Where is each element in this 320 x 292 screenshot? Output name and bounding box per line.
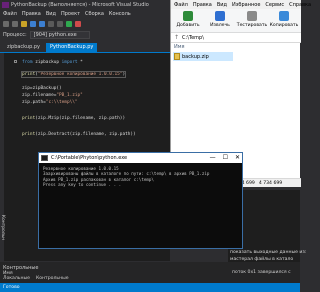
copy-button[interactable]: Копировать xyxy=(269,9,299,31)
redo-icon[interactable] xyxy=(57,20,63,27)
editor-tabs: zipbackup.py PythonBackup.py xyxy=(0,43,170,52)
minimize-icon[interactable]: — xyxy=(210,154,216,161)
undo-icon[interactable] xyxy=(48,20,54,27)
back-icon[interactable] xyxy=(3,20,9,27)
add-icon xyxy=(183,11,193,21)
vs-menu-console[interactable]: Консоль xyxy=(109,11,131,17)
extract-label: Извлечь xyxy=(210,23,230,28)
process-dropdown[interactable]: [904] python.exe xyxy=(29,31,90,39)
window-controls: — ☐ ✕ xyxy=(210,154,240,161)
left-strip-label[interactable]: Контрольн xyxy=(0,215,5,240)
vs-menu-view[interactable]: Вид xyxy=(46,11,56,17)
code-line-1: from zipbackup import * xyxy=(22,60,83,65)
vs-menu-file[interactable]: Файл xyxy=(3,11,17,17)
address-path[interactable]: C:\Temp\ xyxy=(182,35,204,41)
vs-menu-bar: Файл Правка Вид Проект Сборка Консоль xyxy=(0,9,170,18)
process-selector: Процесс: [904] python.exe xyxy=(0,30,170,40)
file-list-header: Имя xyxy=(171,43,301,51)
process-label: Процесс: xyxy=(3,32,27,38)
visual-studio-logo-icon xyxy=(2,1,9,8)
code-line-6: print(zip.Mzip(zip.filename, zip.path)) xyxy=(22,116,126,121)
code-line-3: zip=zipBackup() xyxy=(22,86,62,91)
column-name[interactable]: Имя xyxy=(174,44,185,50)
code-line-5: zip.path="c:\\temp\\" xyxy=(22,100,78,105)
vs-menu-edit[interactable]: Правка xyxy=(22,11,41,17)
folder-up-icon[interactable]: ↑ xyxy=(174,34,179,41)
forward-icon[interactable] xyxy=(12,20,18,27)
file-name: backup.zip xyxy=(182,53,209,60)
ex-menu-favorites[interactable]: Избранное xyxy=(232,2,260,8)
save-all-icon[interactable] xyxy=(39,20,45,27)
zip-file-icon xyxy=(174,53,180,60)
console-line: Press any key to continue . . . xyxy=(43,182,122,188)
vs-toolbar xyxy=(0,18,170,29)
save-icon[interactable] xyxy=(30,20,36,27)
ex-menu-view[interactable]: Вид xyxy=(217,2,227,8)
total-size: 4 734 699 xyxy=(258,180,283,186)
vs-window-title: PythonBackup (Выполняется) - Microsoft V… xyxy=(11,1,149,8)
ex-menu-edit[interactable]: Правка xyxy=(193,2,212,8)
stop-icon[interactable] xyxy=(75,20,81,27)
ex-menu-tools[interactable]: Сервис xyxy=(265,2,284,8)
fold-marker-icon[interactable] xyxy=(14,60,17,63)
console-title: C:\Portable\Phyton\python.exe xyxy=(51,155,128,161)
open-folder-icon[interactable] xyxy=(21,20,27,27)
maximize-icon[interactable]: ☐ xyxy=(223,154,228,161)
add-label: Добавить xyxy=(176,23,200,28)
tab-zipbackup[interactable]: zipbackup.py xyxy=(3,43,44,52)
test-icon xyxy=(247,11,257,21)
file-list-item[interactable]: backup.zip xyxy=(173,52,233,61)
tab-locals[interactable]: Локальные xyxy=(3,276,30,281)
explorer-toolbar: Добавить Извлечь Тестировать Копировать xyxy=(171,9,301,33)
output-line-3: поток 0x1 завершился с xyxy=(232,270,291,275)
bottom-tabs: Локальные Контрольные xyxy=(0,274,170,283)
status-text: Готово xyxy=(3,285,20,290)
copy-icon xyxy=(279,11,289,21)
output-header: показать выходные данные из: xyxy=(230,250,307,255)
continue-icon[interactable] xyxy=(66,20,72,27)
code-line-4: zip.filename="PB_1.zip" xyxy=(22,93,83,98)
ex-menu-file[interactable]: Файл xyxy=(174,2,188,8)
console-title-bar: C:\Portable\Phyton\python.exe — ☐ ✕ xyxy=(39,153,242,163)
editor-gutter xyxy=(4,53,18,261)
address-bar: ↑ C:\Temp\ xyxy=(171,33,301,43)
explorer-menu-bar: Файл Правка Вид Избранное Сервис Справка xyxy=(171,0,311,9)
code-line-2: print("Резервное копирование 1.0.0.15") xyxy=(20,71,127,78)
python-console-window: C:\Portable\Phyton\python.exe — ☐ ✕ Резе… xyxy=(38,152,243,249)
code-line-7: print(zip.Dextract(zip.filename, zip.pat… xyxy=(22,132,136,137)
console-output[interactable]: Резервное копирование 1.0.0.15 Заархивир… xyxy=(43,166,238,188)
copy-label: Копировать xyxy=(269,23,299,28)
console-icon xyxy=(41,155,48,161)
test-label: Тестировать xyxy=(236,23,268,28)
add-button[interactable]: Добавить xyxy=(173,9,203,31)
status-bar: Готово xyxy=(0,283,300,292)
extract-icon xyxy=(215,11,225,21)
close-icon[interactable]: ✕ xyxy=(235,154,240,161)
ex-menu-help[interactable]: Справка xyxy=(289,2,311,8)
vs-menu-project[interactable]: Проект xyxy=(61,11,80,17)
extract-button[interactable]: Извлечь xyxy=(205,9,235,31)
tab-watch[interactable]: Контрольные xyxy=(36,276,69,281)
vs-menu-build[interactable]: Сборка xyxy=(85,11,104,17)
test-button[interactable]: Тестировать xyxy=(237,9,267,31)
tab-pythonbackup[interactable]: PythonBackup.py xyxy=(45,43,98,52)
